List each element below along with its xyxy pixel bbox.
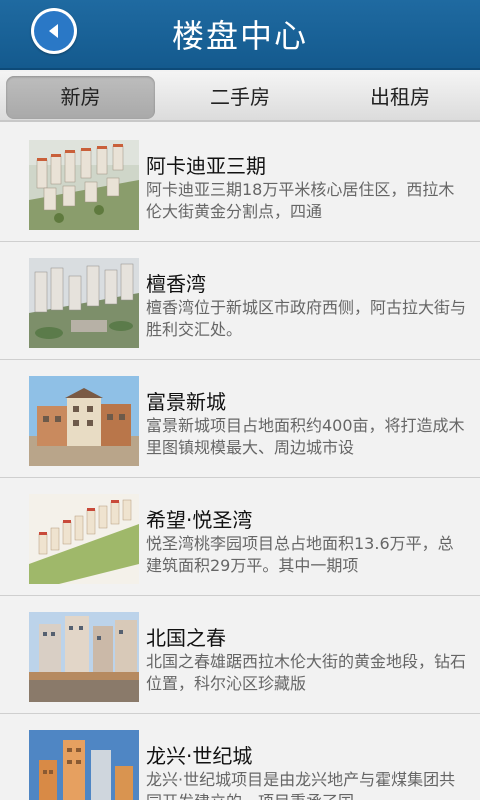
listing-title: 北国之春 — [146, 626, 226, 650]
page-title: 楼盘中心 — [171, 17, 308, 55]
header-bar: 楼盘中心 — [0, 0, 480, 70]
listing-list[interactable]: 阿卡迪亚三期 阿卡迪亚三期18万平米核心居住区，西拉木伦大街黄金分割点，四通 檀 — [0, 124, 480, 800]
listing-description: 北国之春雄踞西拉木伦大街的黄金地段，钻石位置，科尔沁区珍藏版 — [146, 652, 466, 693]
listing-title: 阿卡迪亚三期 — [146, 154, 266, 178]
listing-description: 悦圣湾桃李园项目总占地面积13.6万平，总建筑面积29万平。其中一期项 — [146, 534, 454, 575]
listing-title: 檀香湾 — [146, 272, 206, 296]
tab-bar: 新房 二手房 出租房 — [0, 72, 480, 122]
listing-description: 阿卡迪亚三期18万平米核心居住区，西拉木伦大街黄金分割点，四通 — [146, 180, 455, 221]
list-item[interactable]: 希望·悦圣湾 悦圣湾桃李园项目总占地面积13.6万平，总建筑面积29万平。其中一… — [0, 478, 480, 596]
app-screen: 楼盘中心 新房 二手房 出租房 阿卡迪亚三期 阿卡迪亚三期18万平米核心居住区，… — [0, 0, 480, 800]
listing-thumbnail — [29, 140, 139, 230]
listing-thumbnail — [29, 612, 139, 702]
list-item[interactable]: 富景新城 富景新城项目占地面积约400亩，将打造成木里图镇规模最大、周边城市设 — [0, 360, 480, 478]
list-item[interactable]: 阿卡迪亚三期 阿卡迪亚三期18万平米核心居住区，西拉木伦大街黄金分割点，四通 — [0, 124, 480, 242]
tab-second-hand[interactable]: 二手房 — [165, 76, 315, 119]
listing-title: 富景新城 — [146, 390, 226, 414]
list-item[interactable]: 北国之春 北国之春雄踞西拉木伦大街的黄金地段，钻石位置，科尔沁区珍藏版 — [0, 596, 480, 714]
list-item[interactable]: 龙兴·世纪城 龙兴·世纪城项目是由龙兴地产与霍煤集团共同开发建立的，项目秉承了国 — [0, 714, 480, 800]
listing-thumbnail — [29, 494, 139, 584]
listing-title: 龙兴·世纪城 — [146, 744, 253, 768]
listing-thumbnail — [29, 730, 139, 800]
listing-description: 龙兴·世纪城项目是由龙兴地产与霍煤集团共同开发建立的，项目秉承了国 — [146, 770, 456, 800]
listing-description: 富景新城项目占地面积约400亩，将打造成木里图镇规模最大、周边城市设 — [146, 416, 465, 457]
tab-rental[interactable]: 出租房 — [325, 76, 475, 119]
listing-thumbnail — [29, 376, 139, 466]
listing-title: 希望·悦圣湾 — [146, 508, 253, 532]
listing-thumbnail — [29, 258, 139, 348]
tab-new-house[interactable]: 新房 — [6, 76, 155, 119]
list-item[interactable]: 檀香湾 檀香湾位于新城区市政府西侧，阿古拉大街与胜利交汇处。 — [0, 242, 480, 360]
listing-description: 檀香湾位于新城区市政府西侧，阿古拉大街与胜利交汇处。 — [146, 298, 466, 339]
